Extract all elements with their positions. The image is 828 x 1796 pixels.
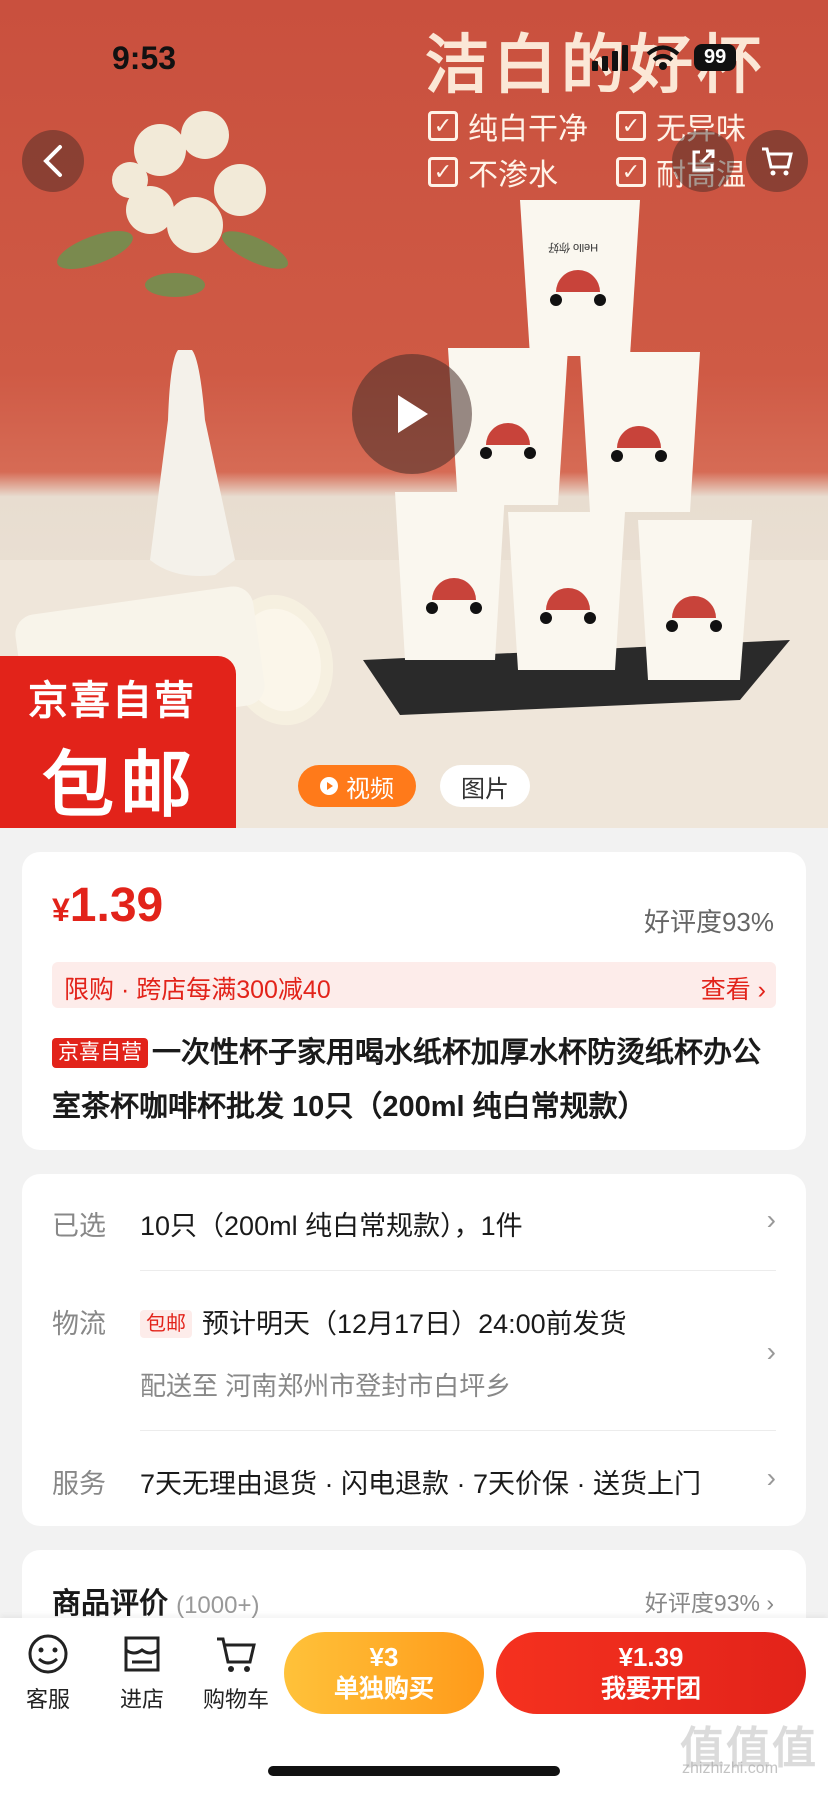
start-group-button[interactable]: ¥1.39 我要开团 — [496, 1632, 806, 1714]
cart-icon — [217, 1637, 256, 1672]
feature-no-leak: ✓ 不渗水 — [428, 150, 558, 194]
watermark-url: zhizhizhi.com — [682, 1760, 779, 1777]
selected-row[interactable]: 已选 10只（200ml 纯白常规款），1件 › — [52, 1204, 776, 1244]
tab-photo[interactable]: 图片 — [440, 765, 530, 807]
signal-icon — [592, 44, 628, 71]
divider — [140, 1270, 776, 1271]
status-time: 9:53 — [112, 40, 177, 76]
selected-value: 10只（200ml 纯白常规款），1件 — [140, 1211, 523, 1241]
jingxi-free-shipping-badge: 京喜自营 包邮 — [0, 656, 236, 828]
check-icon: ✓ — [428, 111, 458, 141]
badge-line2: 包邮 — [42, 746, 199, 826]
tab-video[interactable]: 视频 — [298, 765, 416, 807]
cart-button[interactable]: 购物车 — [196, 1632, 276, 1714]
selected-label: 已选 — [52, 1211, 106, 1241]
cup-print-text: Hello 你好 — [548, 241, 599, 253]
check-icon: ✓ — [616, 157, 646, 187]
delivery-address: 配送至 河南郑州市登封市白坪乡 — [140, 1371, 512, 1401]
chevron-left-icon — [43, 145, 62, 177]
store-button[interactable]: 进店 — [102, 1632, 182, 1714]
product-title: 京喜自营 一次性杯子家用喝水纸杯加厚水杯防烫纸杯办公室茶杯咖啡杯批发 10只（20… — [52, 1037, 762, 1123]
cart-top-button[interactable] — [746, 130, 808, 192]
service-label: 服务 — [52, 1469, 106, 1499]
logistics-label: 物流 — [52, 1309, 106, 1339]
reviews-count: (1000+) — [176, 1592, 260, 1619]
store-icon — [124, 1636, 160, 1672]
home-indicator[interactable] — [268, 1766, 560, 1776]
reviews-rating-link[interactable]: 好评度93% › — [645, 1584, 774, 1618]
logistics-value: 包邮 预计明天（12月17日）24:00前发货 — [140, 1302, 627, 1341]
positive-rating: 好评度93% — [643, 907, 774, 937]
badge-line1: 京喜自营 — [28, 679, 196, 723]
check-icon: ✓ — [428, 157, 458, 187]
promo-text: 限购 · 跨店每满300减40 — [64, 976, 331, 1004]
chevron-right-icon: › — [766, 1204, 776, 1235]
service-row[interactable]: 服务 7天无理由退货 · 闪电退款 · 7天价保 · 送货上门 › — [52, 1462, 776, 1502]
feature-pure-white: ✓ 纯白干净 — [428, 104, 588, 148]
check-icon: ✓ — [616, 111, 646, 141]
battery-indicator: 99 — [694, 44, 737, 71]
service-value: 7天无理由退货 · 闪电退款 · 7天价保 · 送货上门 — [140, 1469, 702, 1499]
play-icon — [398, 395, 428, 433]
smile-icon — [28, 1634, 68, 1674]
product-price: ¥1.39 — [52, 879, 164, 932]
customer-service-button[interactable]: 客服 — [8, 1632, 88, 1714]
share-button[interactable] — [672, 130, 734, 192]
back-button[interactable] — [22, 130, 84, 192]
status-icons: 99 — [592, 44, 737, 71]
jingxi-tag: 京喜自营 — [52, 1038, 148, 1068]
cart-icon — [762, 147, 793, 176]
chevron-right-icon: › — [766, 1462, 776, 1493]
play-video-button[interactable] — [352, 354, 472, 474]
reviews-title: 商品评价 (1000+) — [52, 1588, 260, 1620]
promo-banner[interactable]: 限购 · 跨店每满300减40 查看 › — [52, 962, 776, 1008]
logistics-row[interactable]: 物流 包邮 预计明天（12月17日）24:00前发货 配送至 河南郑州市登封市白坪… — [52, 1302, 776, 1402]
chevron-right-icon: › — [766, 1336, 776, 1367]
play-circle-icon — [320, 777, 338, 795]
free-shipping-tag: 包邮 — [140, 1310, 192, 1338]
buy-alone-button[interactable]: ¥3 单独购买 — [284, 1632, 484, 1714]
promo-view-link[interactable]: 查看 › — [701, 970, 766, 1006]
divider — [140, 1430, 776, 1431]
share-icon — [692, 149, 715, 172]
wifi-icon — [646, 45, 680, 70]
